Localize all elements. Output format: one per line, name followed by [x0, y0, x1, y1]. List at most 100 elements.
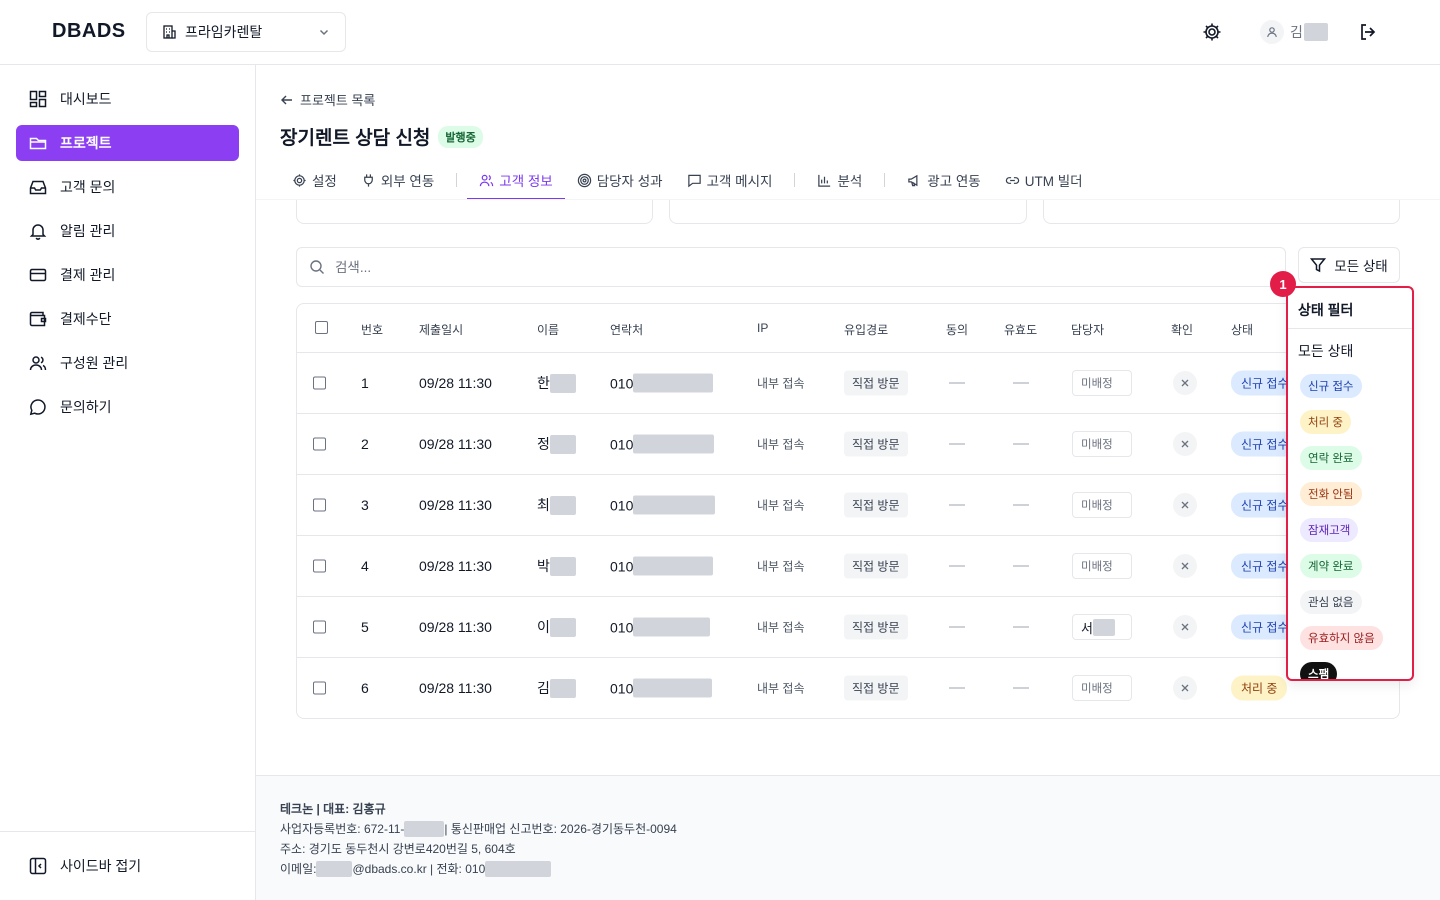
close-icon[interactable] [1173, 371, 1197, 395]
message-icon [687, 173, 702, 188]
tab-bar: 설정 외부 연동 고객 정보 담당자 성과 고객 메시지 분석 광고 연동 UT… [280, 160, 1095, 200]
sidebar-item-dashboard[interactable]: 대시보드 [16, 81, 239, 117]
sidebar-item-payment-methods[interactable]: 결제수단 [16, 301, 239, 337]
row-checkbox[interactable] [313, 437, 326, 451]
assignee-select[interactable]: 미배정 [1072, 370, 1132, 396]
page-title: 장기렌트 상담 신청 [280, 128, 431, 149]
filter-option-spam[interactable]: 스팸 [1300, 662, 1338, 679]
row-checkbox[interactable] [313, 376, 326, 390]
column-header: 번호 [361, 323, 384, 337]
ip-value: 내부 접속 [757, 559, 805, 574]
back-to-projects-link[interactable]: 프로젝트 목록 [280, 90, 375, 109]
status-filter-dropdown: 상태 필터 모든 상태 신규 접수 처리 중 연락 완료 전화 안됨 잠재고객 … [1286, 286, 1414, 681]
row-number: 3 [361, 497, 369, 513]
filter-option-all[interactable]: 모든 상태 [1298, 341, 1353, 361]
tab-analytics[interactable]: 분석 [805, 161, 874, 199]
tab-integrations[interactable]: 외부 연동 [349, 161, 446, 199]
table-row[interactable]: 5 09/28 11:30 이 010 내부 접속 직접 방문 서 신규 접수 [297, 597, 1399, 658]
validity-empty [1013, 443, 1029, 445]
app-logo[interactable]: DBADS [52, 20, 126, 43]
sidebar-item-billing[interactable]: 결제 관리 [16, 257, 239, 293]
search-input[interactable] [335, 259, 1235, 275]
sidebar-item-notifications[interactable]: 알림 관리 [16, 213, 239, 249]
close-icon[interactable] [1173, 615, 1197, 639]
table-row[interactable]: 6 09/28 11:30 김 010 내부 접속 직접 방문 미배정 처리 중 [297, 658, 1399, 718]
filter-option-prospect[interactable]: 잠재고객 [1300, 518, 1359, 542]
row-checkbox[interactable] [313, 620, 326, 634]
project-selector[interactable]: 프라임카렌탈 [146, 12, 346, 52]
phone-number: 010 [610, 678, 713, 698]
folder-icon [28, 133, 48, 153]
filter-option-contract-done[interactable]: 계약 완료 [1300, 554, 1362, 578]
validity-empty [1013, 687, 1029, 689]
assignee-select[interactable]: 미배정 [1072, 553, 1132, 579]
tab-assignee-performance[interactable]: 담당자 성과 [565, 161, 675, 199]
consent-empty [949, 626, 965, 628]
assignee-select[interactable]: 서 [1072, 614, 1132, 640]
settings-gear-icon[interactable] [1200, 20, 1224, 44]
building-icon [161, 24, 177, 40]
source-chip: 직접 방문 [844, 431, 908, 457]
sidebar-item-inquiries[interactable]: 고객 문의 [16, 169, 239, 205]
table-row[interactable]: 3 09/28 11:30 최 010 내부 접속 직접 방문 미배정 신규 접… [297, 475, 1399, 536]
table-row[interactable]: 2 09/28 11:30 정 010 내부 접속 직접 방문 미배정 신규 접… [297, 414, 1399, 475]
sidebar-collapse-label: 사이드바 접기 [60, 858, 142, 874]
row-checkbox[interactable] [313, 498, 326, 512]
table-row[interactable]: 4 09/28 11:30 박 010 내부 접속 직접 방문 미배정 신규 접… [297, 536, 1399, 597]
status-filter-label: 모든 상태 [1334, 259, 1388, 274]
close-icon[interactable] [1173, 676, 1197, 700]
filter-option-in-progress[interactable]: 처리 중 [1300, 410, 1351, 434]
assignee-select[interactable]: 미배정 [1072, 492, 1132, 518]
tab-settings[interactable]: 설정 [280, 161, 349, 199]
row-checkbox[interactable] [313, 559, 326, 573]
source-chip: 직접 방문 [844, 370, 908, 396]
chevron-down-icon [317, 25, 331, 39]
table-row[interactable]: 1 09/28 11:30 한 010 내부 접속 직접 방문 미배정 신규 접… [297, 353, 1399, 414]
tab-label: UTM 빌더 [1024, 174, 1083, 189]
dropdown-title: 상태 필터 [1298, 302, 1354, 318]
status-badge[interactable]: 처리 중 [1231, 675, 1288, 701]
tab-divider [456, 173, 458, 187]
project-name: 프라임카렌탈 [185, 24, 263, 40]
filter-option-no-answer[interactable]: 전화 안됨 [1300, 482, 1362, 506]
sidebar-item-label: 프로젝트 [60, 135, 112, 151]
status-filter-button[interactable]: 모든 상태 [1298, 247, 1400, 283]
tab-label: 설정 [312, 174, 337, 189]
row-checkbox[interactable] [313, 681, 326, 695]
column-header: 유입경로 [844, 323, 889, 337]
tab-customer-messages[interactable]: 고객 메시지 [675, 161, 785, 199]
submitted-at: 09/28 11:30 [419, 375, 492, 391]
validity-empty [1013, 626, 1029, 628]
sidebar-item-members[interactable]: 구성원 관리 [16, 345, 239, 381]
assignee-select[interactable]: 미배정 [1072, 431, 1132, 457]
sidebar-item-label: 구성원 관리 [60, 355, 129, 371]
bar-chart-icon [817, 173, 832, 188]
tab-utm-builder[interactable]: UTM 빌더 [993, 161, 1095, 199]
footer-address: 주소: 경기도 동두천시 강변로420번길 5, 604호 [280, 842, 516, 856]
row-number: 4 [361, 558, 369, 574]
filter-option-contacted[interactable]: 연락 완료 [1300, 446, 1362, 470]
close-icon[interactable] [1173, 554, 1197, 578]
back-label: 프로젝트 목록 [300, 93, 376, 108]
ip-value: 내부 접속 [757, 376, 805, 391]
close-icon[interactable] [1173, 432, 1197, 456]
ip-value: 내부 접속 [757, 620, 805, 635]
sidebar-collapse-button[interactable]: 사이드바 접기 [16, 848, 239, 884]
sidebar-item-label: 문의하기 [60, 399, 112, 415]
filter-option-invalid[interactable]: 유효하지 않음 [1300, 626, 1383, 650]
sidebar-item-project[interactable]: 프로젝트 [16, 125, 239, 161]
assignee-select[interactable]: 미배정 [1072, 675, 1132, 701]
filter-option-new[interactable]: 신규 접수 [1300, 374, 1362, 398]
select-all-checkbox[interactable] [315, 321, 328, 334]
submitted-at: 09/28 11:30 [419, 680, 492, 696]
close-icon[interactable] [1173, 493, 1197, 517]
user-menu[interactable]: 김 [1260, 20, 1328, 44]
tab-ad-integration[interactable]: 광고 연동 [895, 161, 992, 199]
tab-customer-info[interactable]: 고객 정보 [467, 161, 566, 200]
customer-name: 박 [537, 556, 576, 576]
tab-label: 고객 메시지 [706, 174, 773, 189]
sidebar-item-contact[interactable]: 문의하기 [16, 389, 239, 425]
logout-icon[interactable] [1356, 20, 1380, 44]
filter-option-not-interested[interactable]: 관심 없음 [1300, 590, 1362, 614]
consent-empty [949, 687, 965, 689]
